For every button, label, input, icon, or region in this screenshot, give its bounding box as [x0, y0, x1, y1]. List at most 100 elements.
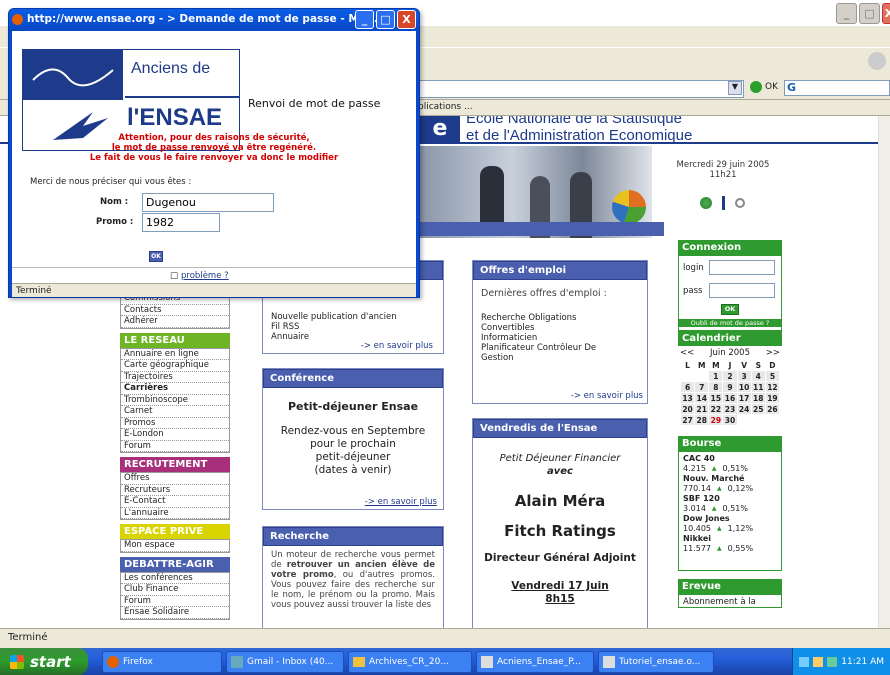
taskbar-item-firefox[interactable]: Firefox [102, 650, 222, 673]
taskbar-item-acniens[interactable]: Acniens_Ensae_P... [476, 650, 594, 673]
calendar-next[interactable]: >> [766, 348, 780, 358]
globe-icon[interactable] [700, 197, 712, 209]
nav-item[interactable]: Offres [121, 473, 229, 485]
offres-more-link[interactable]: -> en savoir plus [571, 391, 643, 401]
nav-item[interactable]: Ensae Solidaire [121, 607, 229, 619]
taskbar-item-tutoriel[interactable]: Tutoriel_ensae.o... [598, 650, 714, 673]
address-dropdown-icon[interactable]: ▼ [728, 81, 742, 95]
calendar-day[interactable]: 18 [751, 393, 765, 403]
login-input[interactable] [709, 260, 775, 275]
nav-item[interactable]: Mon espace [121, 540, 229, 552]
calendar-day[interactable]: 10 [737, 382, 751, 392]
nav-item[interactable]: Carnet [121, 406, 229, 418]
go-button[interactable]: OK [750, 81, 778, 93]
calendar-day[interactable]: 8 [709, 382, 723, 392]
minimize-icon[interactable]: _ [355, 10, 374, 29]
calendar-weekday: D [765, 360, 779, 370]
calendar-day[interactable]: 15 [709, 393, 723, 403]
links-item[interactable]: blications ... [418, 102, 473, 112]
calendar-day[interactable]: 11 [751, 382, 765, 392]
calendar-day[interactable]: 30 [723, 415, 737, 425]
taskbar-item-gmail[interactable]: Gmail - Inbox (40... [226, 650, 344, 673]
minimize-icon[interactable]: _ [836, 3, 857, 24]
offre-item[interactable]: Gestion [481, 353, 639, 363]
calendar-day[interactable]: 23 [723, 404, 737, 414]
ie-icon [231, 655, 243, 668]
forgot-password-link[interactable]: Oubli de mot de passe ? [679, 319, 781, 327]
calendar-day[interactable]: 14 [695, 393, 709, 403]
nav-item[interactable]: E-London [121, 429, 229, 441]
search-icon[interactable] [735, 198, 745, 208]
nav-item[interactable]: Les conférences [121, 573, 229, 584]
calendar-day[interactable]: 27 [681, 415, 695, 425]
calendar-day[interactable]: 5 [765, 371, 779, 381]
calendar-day[interactable]: 19 [765, 393, 779, 403]
offre-item[interactable]: Informaticien [481, 333, 639, 343]
maximize-icon[interactable]: □ [859, 3, 880, 24]
calendar-day[interactable]: 29 [709, 415, 723, 425]
start-button[interactable]: start [0, 648, 88, 675]
taskbar-item-archives[interactable]: Archives_CR_20... [348, 650, 472, 673]
news-more-link[interactable]: -> en savoir plus [361, 341, 433, 351]
calendar-day[interactable]: 17 [737, 393, 751, 403]
nav-item[interactable]: Forum [121, 441, 229, 452]
nav-item[interactable]: L'annuaire [121, 508, 229, 519]
calendar-day[interactable]: 22 [709, 404, 723, 414]
nav-item[interactable]: Trombinoscope [121, 395, 229, 406]
nav-item[interactable]: Carte géographique [121, 360, 229, 372]
calendar-day[interactable]: 16 [723, 393, 737, 403]
nav-item[interactable]: Carrières [121, 383, 229, 395]
news-item[interactable]: Fil RSS [271, 322, 435, 332]
calendar-day[interactable]: 26 [765, 404, 779, 414]
calendar-day[interactable]: 7 [695, 382, 709, 392]
login-ok-button[interactable]: OK [721, 304, 739, 315]
calendar-day[interactable]: 3 [737, 371, 751, 381]
calendar-day[interactable]: 28 [695, 415, 709, 425]
address-input[interactable] [380, 80, 744, 98]
tray-icon[interactable] [813, 656, 824, 667]
pass-input[interactable] [709, 283, 775, 298]
calendar-day[interactable]: 21 [695, 404, 709, 414]
nav-item[interactable]: Club Finance [121, 584, 229, 596]
offre-item[interactable]: Recherche Obligations [481, 313, 639, 323]
news-item[interactable]: Nouvelle publication d'ancien [271, 312, 435, 322]
offre-item[interactable]: Convertibles [481, 323, 639, 333]
nav-item[interactable]: Recruteurs [121, 485, 229, 496]
close-icon[interactable]: X [397, 10, 416, 29]
calendar-day[interactable]: 9 [723, 382, 737, 392]
nom-input[interactable] [142, 193, 274, 212]
nav-item[interactable]: Promos [121, 418, 229, 429]
popup-ok-button[interactable]: OK [149, 251, 163, 262]
nav-item[interactable]: Trajectoires [121, 372, 229, 383]
popup-heading: Renvoi de mot de passe [248, 97, 381, 110]
conference-more-link[interactable]: -> en savoir plus [365, 497, 437, 507]
calendar-day[interactable]: 20 [681, 404, 695, 414]
calendar-day[interactable]: 1 [709, 371, 723, 381]
tray-icon[interactable] [827, 656, 838, 667]
calendar-prev[interactable]: << [680, 348, 694, 358]
calendar-day[interactable]: 12 [765, 382, 779, 392]
calendar-day[interactable]: 2 [723, 371, 737, 381]
site-logo: e [420, 116, 460, 144]
promo-input[interactable] [142, 213, 220, 232]
tray-icon[interactable] [799, 656, 810, 667]
browser-window-controls: _ □ X [836, 3, 890, 24]
search-input[interactable]: G [784, 80, 890, 96]
calendar-day[interactable]: 13 [681, 393, 695, 403]
close-icon[interactable]: X [882, 3, 890, 24]
calendar-day[interactable]: 6 [681, 382, 695, 392]
calendar-day[interactable]: 25 [751, 404, 765, 414]
offre-item[interactable]: Planificateur Contrôleur De [481, 343, 639, 353]
nav-item-adherer[interactable]: Adhérer [121, 316, 229, 328]
nav-item[interactable]: Forum [121, 596, 229, 607]
maximize-icon[interactable]: □ [376, 10, 395, 29]
nav-item-contacts[interactable]: Contacts [121, 305, 229, 316]
problem-link[interactable]: □ problème ? [170, 271, 229, 281]
page-scrollbar[interactable] [878, 116, 890, 628]
calendar-day[interactable]: 4 [751, 371, 765, 381]
nav-item[interactable]: E-Contact [121, 496, 229, 508]
calendar-day[interactable]: 24 [737, 404, 751, 414]
nav-item[interactable]: Annuaire en ligne [121, 349, 229, 360]
nom-label: Nom : [100, 197, 129, 207]
calendar-day [695, 371, 709, 381]
